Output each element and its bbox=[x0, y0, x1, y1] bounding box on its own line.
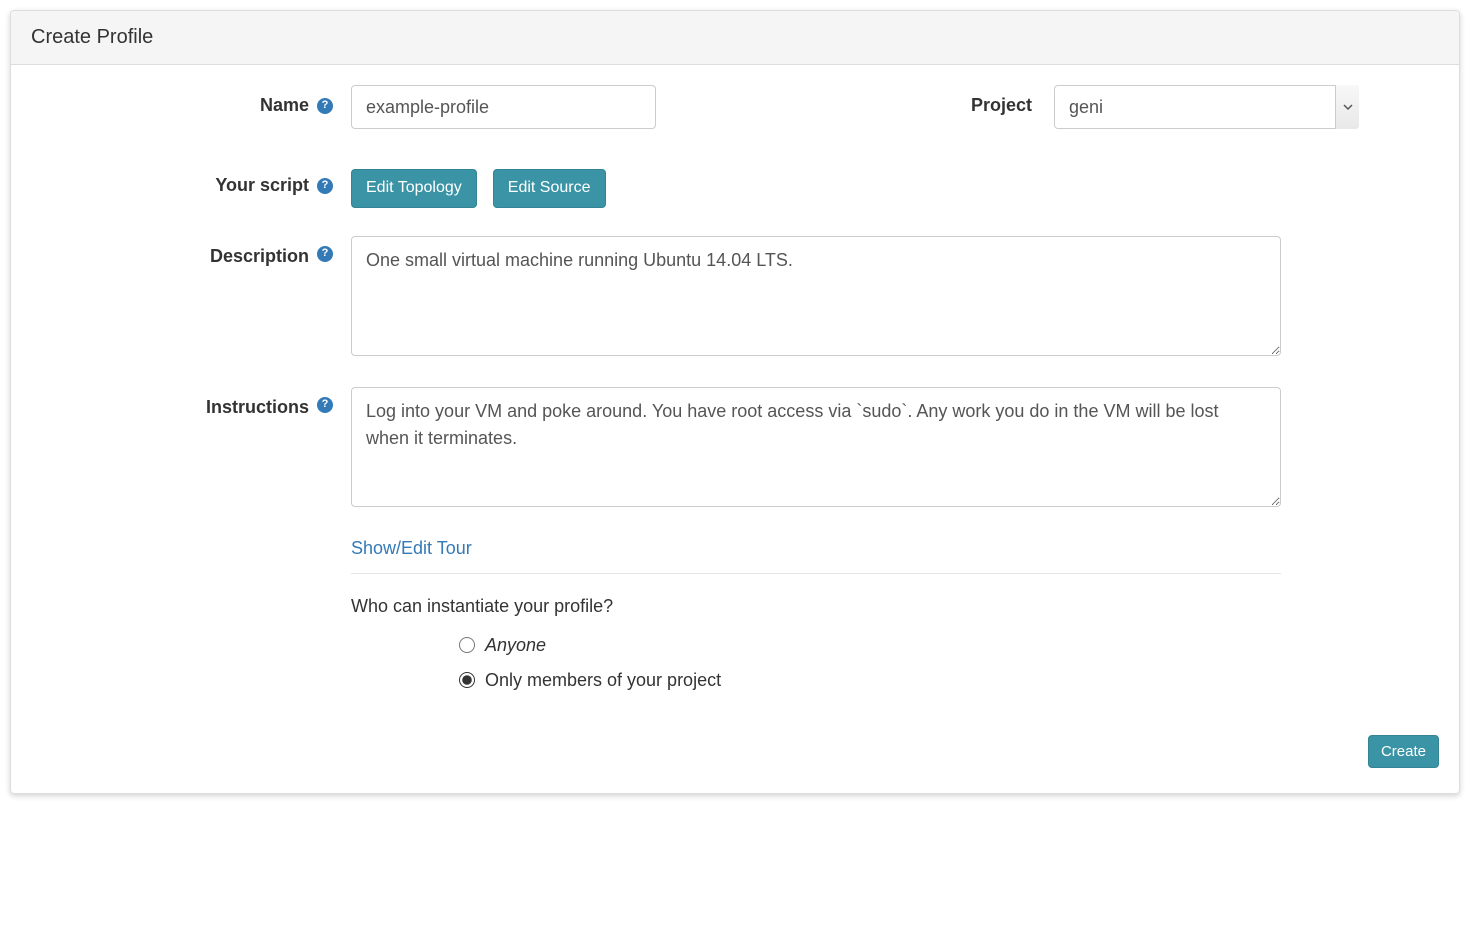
script-label-col: Your script ? bbox=[31, 169, 351, 196]
create-button[interactable]: Create bbox=[1368, 735, 1439, 769]
edit-source-button[interactable]: Edit Source bbox=[493, 169, 606, 208]
project-group: Project geni bbox=[971, 85, 1439, 129]
tour-spacer bbox=[31, 538, 351, 548]
panel-title: Create Profile bbox=[11, 11, 1459, 65]
description-control bbox=[351, 236, 1439, 359]
instructions-label-col: Instructions ? bbox=[31, 387, 351, 418]
footer-row: Create bbox=[31, 735, 1439, 769]
radio-anyone[interactable] bbox=[459, 637, 475, 653]
create-profile-panel: Create Profile Name ? Project geni bbox=[10, 10, 1460, 794]
script-label: Your script bbox=[215, 175, 309, 196]
name-label: Name bbox=[260, 95, 309, 116]
project-select[interactable]: geni bbox=[1054, 85, 1359, 129]
access-question: Who can instantiate your profile? bbox=[351, 596, 1439, 617]
access-anyone-label: Anyone bbox=[485, 635, 546, 656]
description-textarea[interactable] bbox=[351, 236, 1281, 356]
tour-section: Show/Edit Tour bbox=[351, 538, 1281, 574]
description-row: Description ? bbox=[31, 236, 1439, 359]
tour-control: Show/Edit Tour Who can instantiate your … bbox=[351, 538, 1439, 705]
project-select-wrap: geni bbox=[1054, 85, 1359, 129]
show-edit-tour-link[interactable]: Show/Edit Tour bbox=[351, 538, 472, 559]
help-icon[interactable]: ? bbox=[317, 397, 333, 413]
description-label-col: Description ? bbox=[31, 236, 351, 267]
panel-body: Name ? Project geni Your scri bbox=[11, 65, 1459, 793]
edit-topology-button[interactable]: Edit Topology bbox=[351, 169, 477, 208]
access-members-label: Only members of your project bbox=[485, 670, 721, 691]
access-option-anyone[interactable]: Anyone bbox=[459, 635, 1439, 656]
name-input[interactable] bbox=[351, 85, 656, 129]
instructions-textarea[interactable] bbox=[351, 387, 1281, 507]
project-label: Project bbox=[971, 85, 1054, 116]
instructions-label: Instructions bbox=[206, 397, 309, 418]
script-buttons: Edit Topology Edit Source bbox=[351, 169, 1439, 208]
top-row: Name ? Project geni bbox=[31, 85, 1439, 129]
script-row: Your script ? Edit Topology Edit Source bbox=[31, 169, 1439, 208]
name-label-col: Name ? bbox=[31, 85, 351, 116]
instructions-row: Instructions ? bbox=[31, 387, 1439, 510]
help-icon[interactable]: ? bbox=[317, 178, 333, 194]
help-icon[interactable]: ? bbox=[317, 246, 333, 262]
instructions-control bbox=[351, 387, 1439, 510]
name-group: Name ? bbox=[31, 85, 656, 129]
help-icon[interactable]: ? bbox=[317, 98, 333, 114]
tour-row: Show/Edit Tour Who can instantiate your … bbox=[31, 538, 1439, 705]
radio-members[interactable] bbox=[459, 672, 475, 688]
description-label: Description bbox=[210, 246, 309, 267]
access-option-members[interactable]: Only members of your project bbox=[459, 670, 1439, 691]
